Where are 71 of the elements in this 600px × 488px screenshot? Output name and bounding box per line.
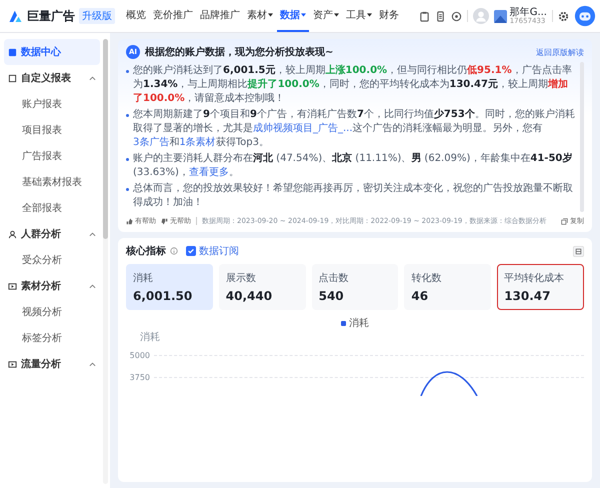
media-icon — [8, 360, 17, 368]
checkmark-icon — [187, 247, 195, 255]
nav-tab[interactable]: 数据 — [277, 0, 309, 32]
sidebar-subitem[interactable]: 视频分析 — [4, 299, 100, 325]
thumbs-up-icon — [126, 218, 133, 224]
metric-tile[interactable]: 点击数 540 — [312, 264, 398, 310]
home-icon — [8, 48, 17, 56]
metric-tile[interactable]: 展示数 40,440 — [218, 264, 306, 310]
metric-tile[interactable]: 平均转化成本 130.47 — [497, 264, 584, 310]
export-icon[interactable] — [573, 246, 584, 256]
summary-point: 账户的主要消耗人群分布在河北 (47.54%)、北京 (11.11%)、男 (62.09%)，年龄集中在41-50岁 (33.63%)，查看更多。 — [133, 152, 574, 180]
metrics-title: 核心指标 — [126, 244, 166, 258]
info-icon[interactable] — [170, 247, 178, 255]
document-icon[interactable] — [434, 10, 446, 22]
thumbs-down-icon — [161, 218, 168, 224]
chevron-icon[interactable] — [89, 362, 96, 366]
brand-name: 巨量广告 — [27, 8, 75, 24]
nav-tab[interactable]: 概览 — [123, 0, 149, 32]
summary-point: 您的账户消耗达到了6,001.5元，较上周期上涨100.0%，但与同行相比仍低95.1%，广告点击率为1.34%，与上周期相比提升了100.0%，同时，您的平均转化成本为130.47元，较上周期增加了100.0%，请留意成本控制哦！ — [133, 64, 573, 106]
chevron-icon[interactable] — [89, 284, 96, 288]
sidebar-subitem[interactable]: 基础素材报表 — [4, 169, 100, 195]
legend-label: 消耗 — [349, 316, 369, 330]
people-icon — [8, 230, 17, 238]
summary-point: 总体而言，您的投放效果较好！希望您能再接再厉，密切关注成本变化，祝您的广告投放跑量不断取得成功！加油！ — [133, 182, 574, 210]
nav-tab[interactable]: 资产 — [310, 0, 342, 32]
subscribe-checkbox[interactable]: 数据订阅 — [186, 244, 239, 258]
sidebar-subitem[interactable]: 项目报表 — [4, 117, 100, 143]
sidebar-item[interactable]: 素材分析 — [4, 273, 100, 299]
nav-tab[interactable]: 品牌推广 — [197, 0, 243, 32]
chevron-icon[interactable] — [89, 232, 96, 236]
summary-point: 您本周期新建了9个项目和9个广告，有消耗广告数7个，比同行均值少753个。同时，您的账户消耗取得了显著的增长，尤其是成帅视频项目_广告_...这个广告的消耗涨幅最为明显。另外，您有 3条广告和1条素材获得Top3。 — [133, 108, 576, 150]
nav-tab[interactable]: 素材 — [244, 0, 276, 32]
report-link[interactable]: 3条广告 — [133, 137, 170, 148]
sidebar-subitem[interactable]: 全部报表 — [4, 195, 100, 221]
axis-title: 消耗 — [140, 330, 161, 344]
settings-icon[interactable] — [558, 10, 569, 22]
insight-title: 根据您的账户数据，现为您分析投放表现~ — [145, 45, 334, 59]
sidebar-subitem[interactable]: 标签分析 — [4, 325, 100, 351]
report-icon — [8, 74, 17, 82]
sidebar-subitem[interactable]: 账户报表 — [4, 91, 100, 117]
chevron-icon[interactable] — [89, 76, 96, 80]
sidebar-item[interactable]: 人群分析 — [4, 221, 100, 247]
clipboard-icon[interactable] — [418, 10, 430, 22]
copy-icon — [561, 218, 568, 224]
account-image-icon — [494, 10, 507, 22]
nav-tab[interactable]: 竞价推广 — [150, 0, 196, 32]
version-badge: 升级版 — [79, 8, 115, 24]
account-name[interactable]: 那年G... — [510, 8, 547, 18]
metric-tile[interactable]: 消耗 6,001.50 — [126, 264, 213, 310]
nav-tab[interactable]: 财务 — [376, 0, 402, 32]
help-icon[interactable] — [450, 10, 462, 22]
axis-tick: 5000 — [128, 350, 150, 360]
axis-tick: 3750 — [128, 372, 150, 382]
caret-icon — [367, 13, 372, 17]
report-link[interactable]: 成帅视频项目_广告_... — [253, 123, 353, 134]
media-icon — [8, 282, 17, 290]
sidebar-item[interactable]: 流量分析 — [4, 351, 100, 377]
sidebar-item[interactable]: 数据中心 — [4, 39, 100, 65]
caret-icon — [301, 13, 306, 17]
report-link[interactable]: 查看更多 — [188, 167, 229, 178]
sidebar-item[interactable]: 自定义报表 — [4, 65, 100, 91]
sidebar-subitem[interactable]: 受众分析 — [4, 247, 100, 273]
nav-tab[interactable]: 工具 — [343, 0, 375, 32]
report-link[interactable]: 1条素材 — [179, 137, 216, 148]
caret-icon — [334, 13, 339, 17]
sidebar-subitem[interactable]: 广告报表 — [4, 143, 100, 169]
assistant-icon[interactable] — [574, 5, 596, 27]
metric-tile[interactable]: 转化数 46 — [404, 264, 492, 310]
logo-icon — [8, 9, 23, 23]
back-link[interactable]: 返回原版解读 — [536, 46, 584, 58]
caret-icon — [268, 13, 273, 17]
